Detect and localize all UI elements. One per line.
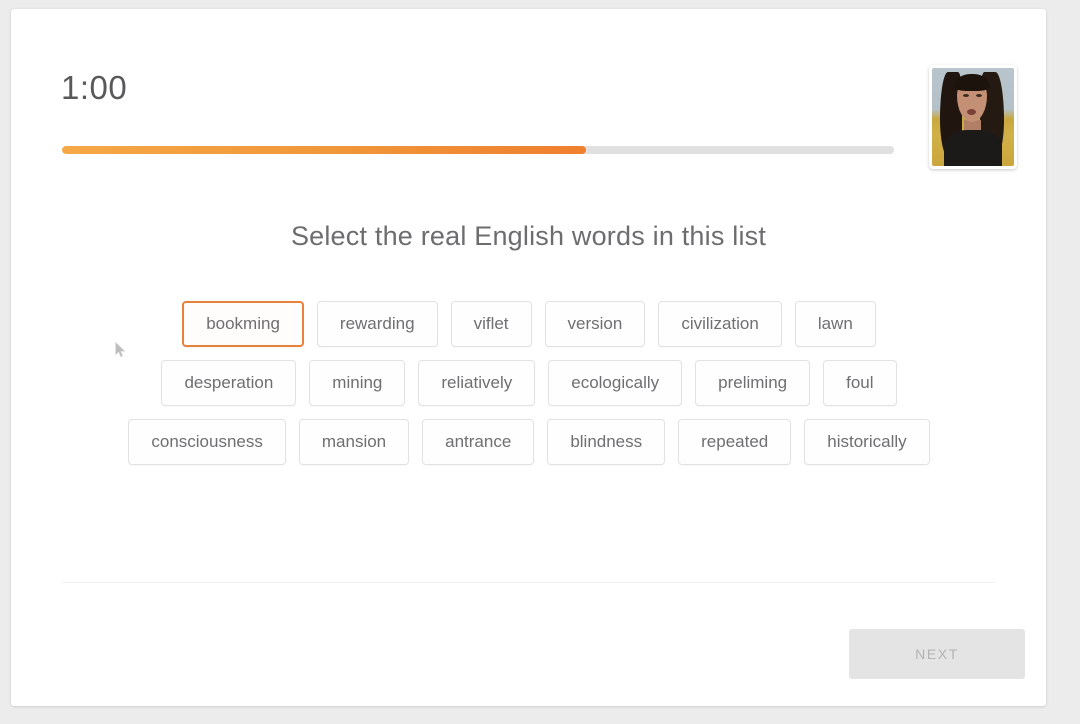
progress-bar-track xyxy=(62,146,894,154)
next-button[interactable]: NEXT xyxy=(849,629,1025,679)
word-options-row: consciousness mansion antrance blindness rep… xyxy=(43,419,1015,465)
word-option-viflet[interactable]: viflet xyxy=(450,301,532,347)
word-option-consciousness[interactable]: consciousness xyxy=(128,419,286,465)
word-option-blindness[interactable]: blindness xyxy=(547,419,666,465)
quiz-card: 1:00 Select the real English words in th… xyxy=(11,9,1046,706)
word-option-version[interactable]: version xyxy=(544,301,646,347)
webcam-person-fringe xyxy=(954,74,990,91)
word-option-historically[interactable]: historically xyxy=(804,419,930,465)
webcam-thumbnail[interactable] xyxy=(929,65,1017,169)
page-background: 1:00 Select the real English words in th… xyxy=(0,0,1080,724)
webcam-person-mouth xyxy=(967,109,976,115)
webcam-person-eye-left xyxy=(963,94,969,97)
word-option-rewarding[interactable]: rewarding xyxy=(316,301,438,347)
webcam-video-frame xyxy=(932,68,1014,166)
word-options-grid: bookming rewarding viflet version civilizati… xyxy=(43,301,1015,478)
word-option-reliatively[interactable]: reliatively xyxy=(418,360,536,406)
word-option-foul[interactable]: foul xyxy=(823,360,897,406)
countdown-timer: 1:00 xyxy=(61,69,128,106)
word-option-repeated[interactable]: repeated xyxy=(678,419,792,465)
word-option-mining[interactable]: mining xyxy=(309,360,406,406)
progress-bar-fill xyxy=(62,146,587,154)
word-option-preliming[interactable]: preliming xyxy=(695,360,811,406)
word-options-row: desperation mining reliatively ecologically… xyxy=(43,360,1015,406)
word-options-row: bookming rewarding viflet version civilizati… xyxy=(43,301,1015,347)
word-option-antrance[interactable]: antrance xyxy=(422,419,535,465)
webcam-person-eye-right xyxy=(976,94,982,97)
word-option-lawn[interactable]: lawn xyxy=(794,301,876,347)
word-option-bookming[interactable]: bookming xyxy=(182,301,304,347)
webcam-person-body xyxy=(944,130,1002,166)
footer-divider xyxy=(62,582,995,583)
word-option-ecologically[interactable]: ecologically xyxy=(548,360,683,406)
word-option-mansion[interactable]: mansion xyxy=(298,419,410,465)
word-option-civilization[interactable]: civilization xyxy=(658,301,782,347)
question-prompt: Select the real English words in this li… xyxy=(290,221,767,251)
word-option-desperation[interactable]: desperation xyxy=(161,360,297,406)
